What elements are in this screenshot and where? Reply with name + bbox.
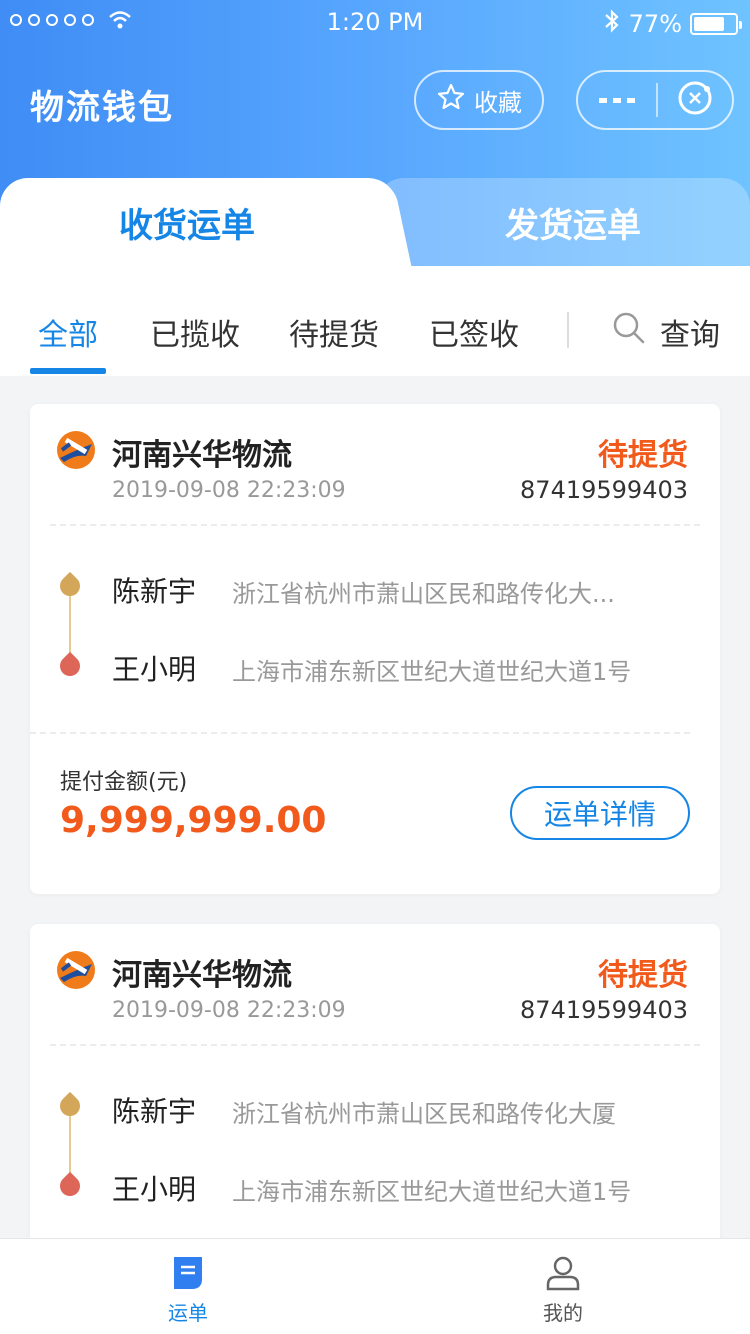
header: 1:20 PM 77% 物流钱包 收藏 发货运单 收货运单 (0, 0, 750, 266)
status-bar: 1:20 PM 77% (0, 0, 750, 44)
receiver-name: 王小明 (112, 1173, 197, 1206)
order-card[interactable]: 河南兴华物流 待提货 2019-09-08 22:23:09 874195994… (30, 404, 720, 894)
company-logo-icon (56, 950, 96, 990)
query-label: 查询 (660, 318, 720, 353)
company-name: 河南兴华物流 (112, 958, 292, 993)
filter-divider (567, 312, 569, 348)
amount-value: 9,999,999.00 (60, 800, 327, 841)
battery-percent: 77% (628, 10, 682, 38)
sender-name: 陈新宇 (112, 1095, 197, 1128)
order-number: 87419599403 (520, 996, 688, 1024)
divider (30, 732, 690, 734)
favorite-button[interactable]: 收藏 (414, 70, 544, 130)
favorite-label: 收藏 (474, 88, 522, 117)
order-status: 待提货 (598, 958, 688, 993)
sender-name: 陈新宇 (112, 575, 197, 608)
user-icon (545, 1255, 581, 1291)
order-datetime: 2019-09-08 22:23:09 (112, 478, 346, 503)
company-logo-icon (56, 430, 96, 470)
receiver-address: 上海市浦东新区世纪大道世纪大道1号 (232, 658, 632, 686)
nav-me-label: 我的 (543, 1301, 583, 1325)
search-icon (612, 311, 646, 353)
page-title: 物流钱包 (30, 88, 174, 128)
status-right: 77% (603, 8, 742, 40)
more-button[interactable] (578, 91, 656, 110)
filter-all[interactable]: 全部 (38, 310, 98, 354)
tab-receive-orders[interactable]: 收货运单 (0, 178, 384, 266)
tab-send-orders[interactable]: 发货运单 (376, 178, 750, 266)
receiver-pin-icon (55, 651, 85, 681)
nav-me[interactable]: 我的 (503, 1255, 623, 1326)
order-card[interactable]: 河南兴华物流 待提货 2019-09-08 22:23:09 874195994… (30, 924, 720, 1254)
nav-orders[interactable]: 运单 (128, 1255, 248, 1326)
order-datetime: 2019-09-08 22:23:09 (112, 998, 346, 1023)
divider (50, 1044, 700, 1046)
divider (50, 524, 700, 526)
bluetooth-icon (603, 8, 621, 40)
star-icon (436, 82, 466, 118)
receiver-pin-icon (55, 1171, 85, 1201)
filter-collected[interactable]: 已揽收 (150, 310, 240, 354)
route-line (69, 596, 71, 654)
nav-orders-label: 运单 (168, 1301, 208, 1325)
sender-address: 浙江省杭州市萧山区民和路传化大厦 (232, 1100, 616, 1128)
filter-bar: 全部 已揽收 待提货 已签收 查询 (0, 266, 750, 376)
route-line (69, 1116, 71, 1174)
company-name: 河南兴华物流 (112, 438, 292, 473)
more-dots-icon (597, 91, 637, 110)
order-number: 87419599403 (520, 476, 688, 504)
order-detail-button[interactable]: 运单详情 (510, 786, 690, 840)
filter-signed[interactable]: 已签收 (429, 310, 519, 354)
amount-label: 提付金额(元) (60, 770, 188, 795)
receiver-address: 上海市浦东新区世纪大道世纪大道1号 (232, 1178, 632, 1206)
miniprogram-capsule (576, 70, 734, 130)
bottom-nav: 运单 我的 (0, 1238, 750, 1334)
order-status: 待提货 (598, 438, 688, 473)
filter-pending-pickup[interactable]: 待提货 (289, 310, 379, 354)
battery-icon (690, 13, 742, 35)
receiver-name: 王小明 (112, 653, 197, 686)
active-filter-indicator (30, 368, 106, 374)
document-icon (170, 1255, 206, 1291)
sender-address: 浙江省杭州市萧山区民和路传化大... (232, 580, 615, 608)
close-circle-icon (676, 79, 714, 121)
query-button[interactable]: 查询 (612, 310, 720, 354)
close-button[interactable] (658, 79, 732, 121)
